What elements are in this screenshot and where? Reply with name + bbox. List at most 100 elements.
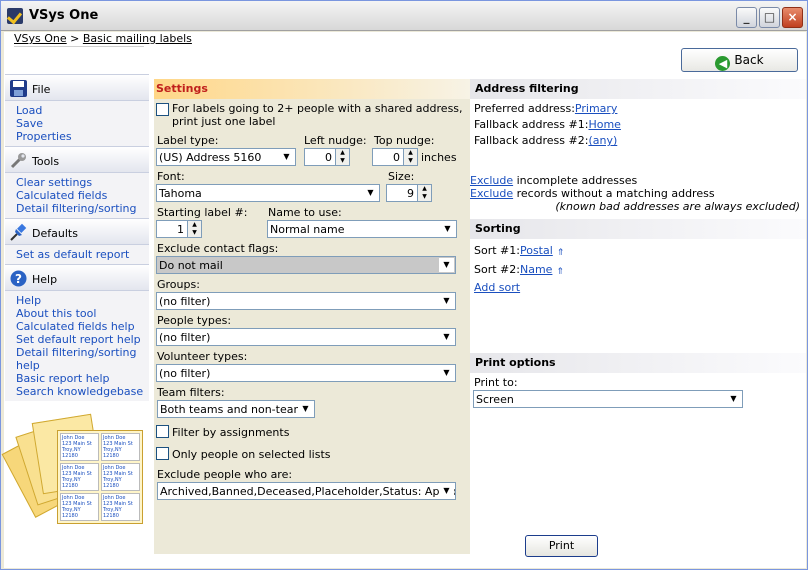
sort1-link[interactable]: Postal	[520, 244, 553, 257]
app-window: VSys One _ □ × VSys One > Basic mailing …	[0, 0, 808, 570]
label-sample: John Doe 123 Main St Troy,NY 12180	[60, 433, 99, 461]
content-area: VSys One > Basic mailing labels ◀ Back Fi…	[1, 32, 806, 568]
name-to-use-select[interactable]: Normal name ▼	[267, 220, 457, 238]
sidebar-link-properties[interactable]: Properties	[16, 130, 149, 143]
name-to-use-label: Name to use:	[268, 206, 342, 219]
sidebar-link-set-default-report-help[interactable]: Set default report help	[16, 333, 149, 346]
sort-ascending-icon[interactable]: ⇑	[556, 267, 564, 277]
exclude-incomplete-text: incomplete addresses	[516, 174, 638, 187]
sidebar-section-help[interactable]: ? Help	[5, 264, 149, 291]
sort-ascending-icon[interactable]: ⇑	[557, 248, 565, 258]
left-nudge-label: Left nudge:	[304, 134, 367, 147]
breadcrumb-root-link[interactable]: VSys One	[14, 32, 67, 45]
filter-assignments-label: Filter by assignments	[172, 426, 290, 439]
sort2-label: Sort #2:	[474, 263, 520, 276]
filter-assignments-checkbox[interactable]	[156, 425, 169, 438]
only-selected-lists-checkbox[interactable]	[156, 447, 169, 460]
label-sample: John Doe 123 Main St Troy,NY 12180	[101, 463, 140, 491]
starting-label-stepper[interactable]: 1 ▲ ▼	[156, 220, 202, 238]
defaults-links: Set as default report	[5, 245, 149, 264]
sidebar-link-set-default-report[interactable]: Set as default report	[16, 248, 149, 261]
top-nudge-stepper[interactable]: 0 ▲ ▼	[372, 148, 418, 166]
preferred-address-link[interactable]: Primary	[575, 102, 618, 115]
sidebar-section-tools[interactable]: Tools	[5, 146, 149, 173]
chevron-down-icon: ▼	[439, 330, 454, 344]
breadcrumb-separator: >	[70, 32, 80, 45]
help-links: Help About this tool Calculated fields h…	[5, 291, 149, 401]
label-sample: John Doe 123 Main St Troy,NY 12180	[60, 493, 99, 521]
exclude-without-row: Exclude records without a matching addre…	[470, 187, 715, 200]
sidebar-section-help-title: Help	[32, 273, 58, 286]
chevron-down-icon: ▼	[726, 392, 741, 406]
sidebar-link-detail-filtering-help[interactable]: Detail filtering/sorting help	[16, 346, 149, 372]
preferred-address-label: Preferred address:	[474, 102, 575, 115]
spinner-arrows-icon[interactable]: ▲ ▼	[403, 149, 417, 165]
sidebar-link-clear-settings[interactable]: Clear settings	[16, 176, 149, 189]
spinner-arrows-icon[interactable]: ▲ ▼	[417, 185, 431, 201]
exclude-incomplete-link[interactable]: Exclude	[470, 174, 513, 187]
sort2-link[interactable]: Name	[520, 263, 552, 276]
fallback1-row: Fallback address #1:Home	[474, 118, 621, 131]
back-button[interactable]: ◀ Back	[681, 48, 798, 72]
volunteer-types-select[interactable]: (no filter) ▼	[156, 364, 456, 382]
exclude-people-select[interactable]: Archived,Banned,Deceased,Placeholder,Sta…	[157, 482, 456, 500]
font-select[interactable]: Tahoma ▼	[156, 184, 380, 202]
left-nudge-stepper[interactable]: 0 ▲ ▼	[304, 148, 350, 166]
add-sort-link[interactable]: Add sort	[474, 281, 520, 294]
team-filters-select[interactable]: Both teams and non-teams ▼	[157, 400, 315, 418]
sidebar-link-basic-report-help[interactable]: Basic report help	[16, 372, 149, 385]
minimize-button[interactable]: _	[736, 7, 757, 28]
sidebar-link-calculated-fields-help[interactable]: Calculated fields help	[16, 320, 149, 333]
maximize-button[interactable]: □	[759, 7, 780, 28]
sidebar-link-help[interactable]: Help	[16, 294, 149, 307]
sort2-row: Sort #2:Name ⇑	[474, 263, 564, 277]
pushpin-icon	[10, 223, 27, 241]
fallback1-label: Fallback address #1:	[474, 118, 589, 131]
fallback2-link[interactable]: (any)	[588, 134, 617, 147]
sidebar-link-detail-filtering[interactable]: Detail filtering/sorting	[16, 202, 149, 215]
team-filters-value: Both teams and non-teams	[160, 403, 310, 416]
size-label: Size:	[388, 170, 415, 183]
file-links: Load Save Properties	[5, 101, 149, 146]
shared-address-checkbox[interactable]	[156, 103, 169, 116]
breadcrumb-current-link[interactable]: Basic mailing labels	[83, 32, 192, 45]
exclude-flags-select[interactable]: Do not mail ▼	[156, 256, 456, 274]
add-sort-link-wrap: Add sort	[474, 281, 520, 294]
sidebar-section-defaults[interactable]: Defaults	[5, 218, 149, 245]
groups-label: Groups:	[157, 278, 200, 291]
print-to-select[interactable]: Screen ▼	[473, 390, 743, 408]
sidebar-link-about[interactable]: About this tool	[16, 307, 149, 320]
spinner-arrows-icon[interactable]: ▲ ▼	[187, 221, 201, 237]
font-size-stepper[interactable]: 9 ▲ ▼	[386, 184, 432, 202]
print-to-label: Print to:	[474, 376, 518, 389]
left-nudge-value: 0	[325, 151, 332, 164]
sidebar-link-calculated-fields[interactable]: Calculated fields	[16, 189, 149, 202]
preferred-address-row: Preferred address:Primary	[474, 102, 617, 115]
wrench-icon	[10, 153, 26, 169]
sidebar-section-tools-title: Tools	[32, 155, 60, 168]
name-to-use-value: Normal name	[270, 223, 345, 236]
app-logo-icon	[7, 8, 23, 24]
sidebar: File Load Save Properties Tools Clear se…	[1, 74, 149, 554]
spinner-arrows-icon[interactable]: ▲ ▼	[335, 149, 349, 165]
sidebar-link-load[interactable]: Load	[16, 104, 149, 117]
sidebar-link-save[interactable]: Save	[16, 117, 149, 130]
sidebar-section-file[interactable]: File	[5, 74, 149, 101]
label-type-select[interactable]: (US) Address 5160 ▼	[156, 148, 296, 166]
fallback1-link[interactable]: Home	[588, 118, 620, 131]
chevron-down-icon: ▼	[439, 294, 454, 308]
exclude-incomplete-row: Exclude incomplete addresses	[470, 174, 637, 187]
options-panel: Address filtering Preferred address:Prim…	[470, 79, 806, 559]
close-button[interactable]: ×	[782, 7, 803, 28]
groups-select[interactable]: (no filter) ▼	[156, 292, 456, 310]
chevron-down-icon: ▼	[440, 222, 455, 236]
exclude-people-value: Archived,Banned,Deceased,Placeholder,Sta…	[160, 485, 456, 498]
exclude-without-link[interactable]: Exclude	[470, 187, 513, 200]
chevron-down-icon: ▼	[439, 484, 454, 498]
fallback2-row: Fallback address #2:(any)	[474, 134, 617, 147]
settings-header: Settings	[154, 79, 470, 99]
people-types-select[interactable]: (no filter) ▼	[156, 328, 456, 346]
print-button[interactable]: Print	[525, 535, 598, 557]
label-sample: John Doe 123 Main St Troy,NY 12180	[101, 433, 140, 461]
settings-panel: Settings For labels going to 2+ people w…	[154, 79, 470, 554]
